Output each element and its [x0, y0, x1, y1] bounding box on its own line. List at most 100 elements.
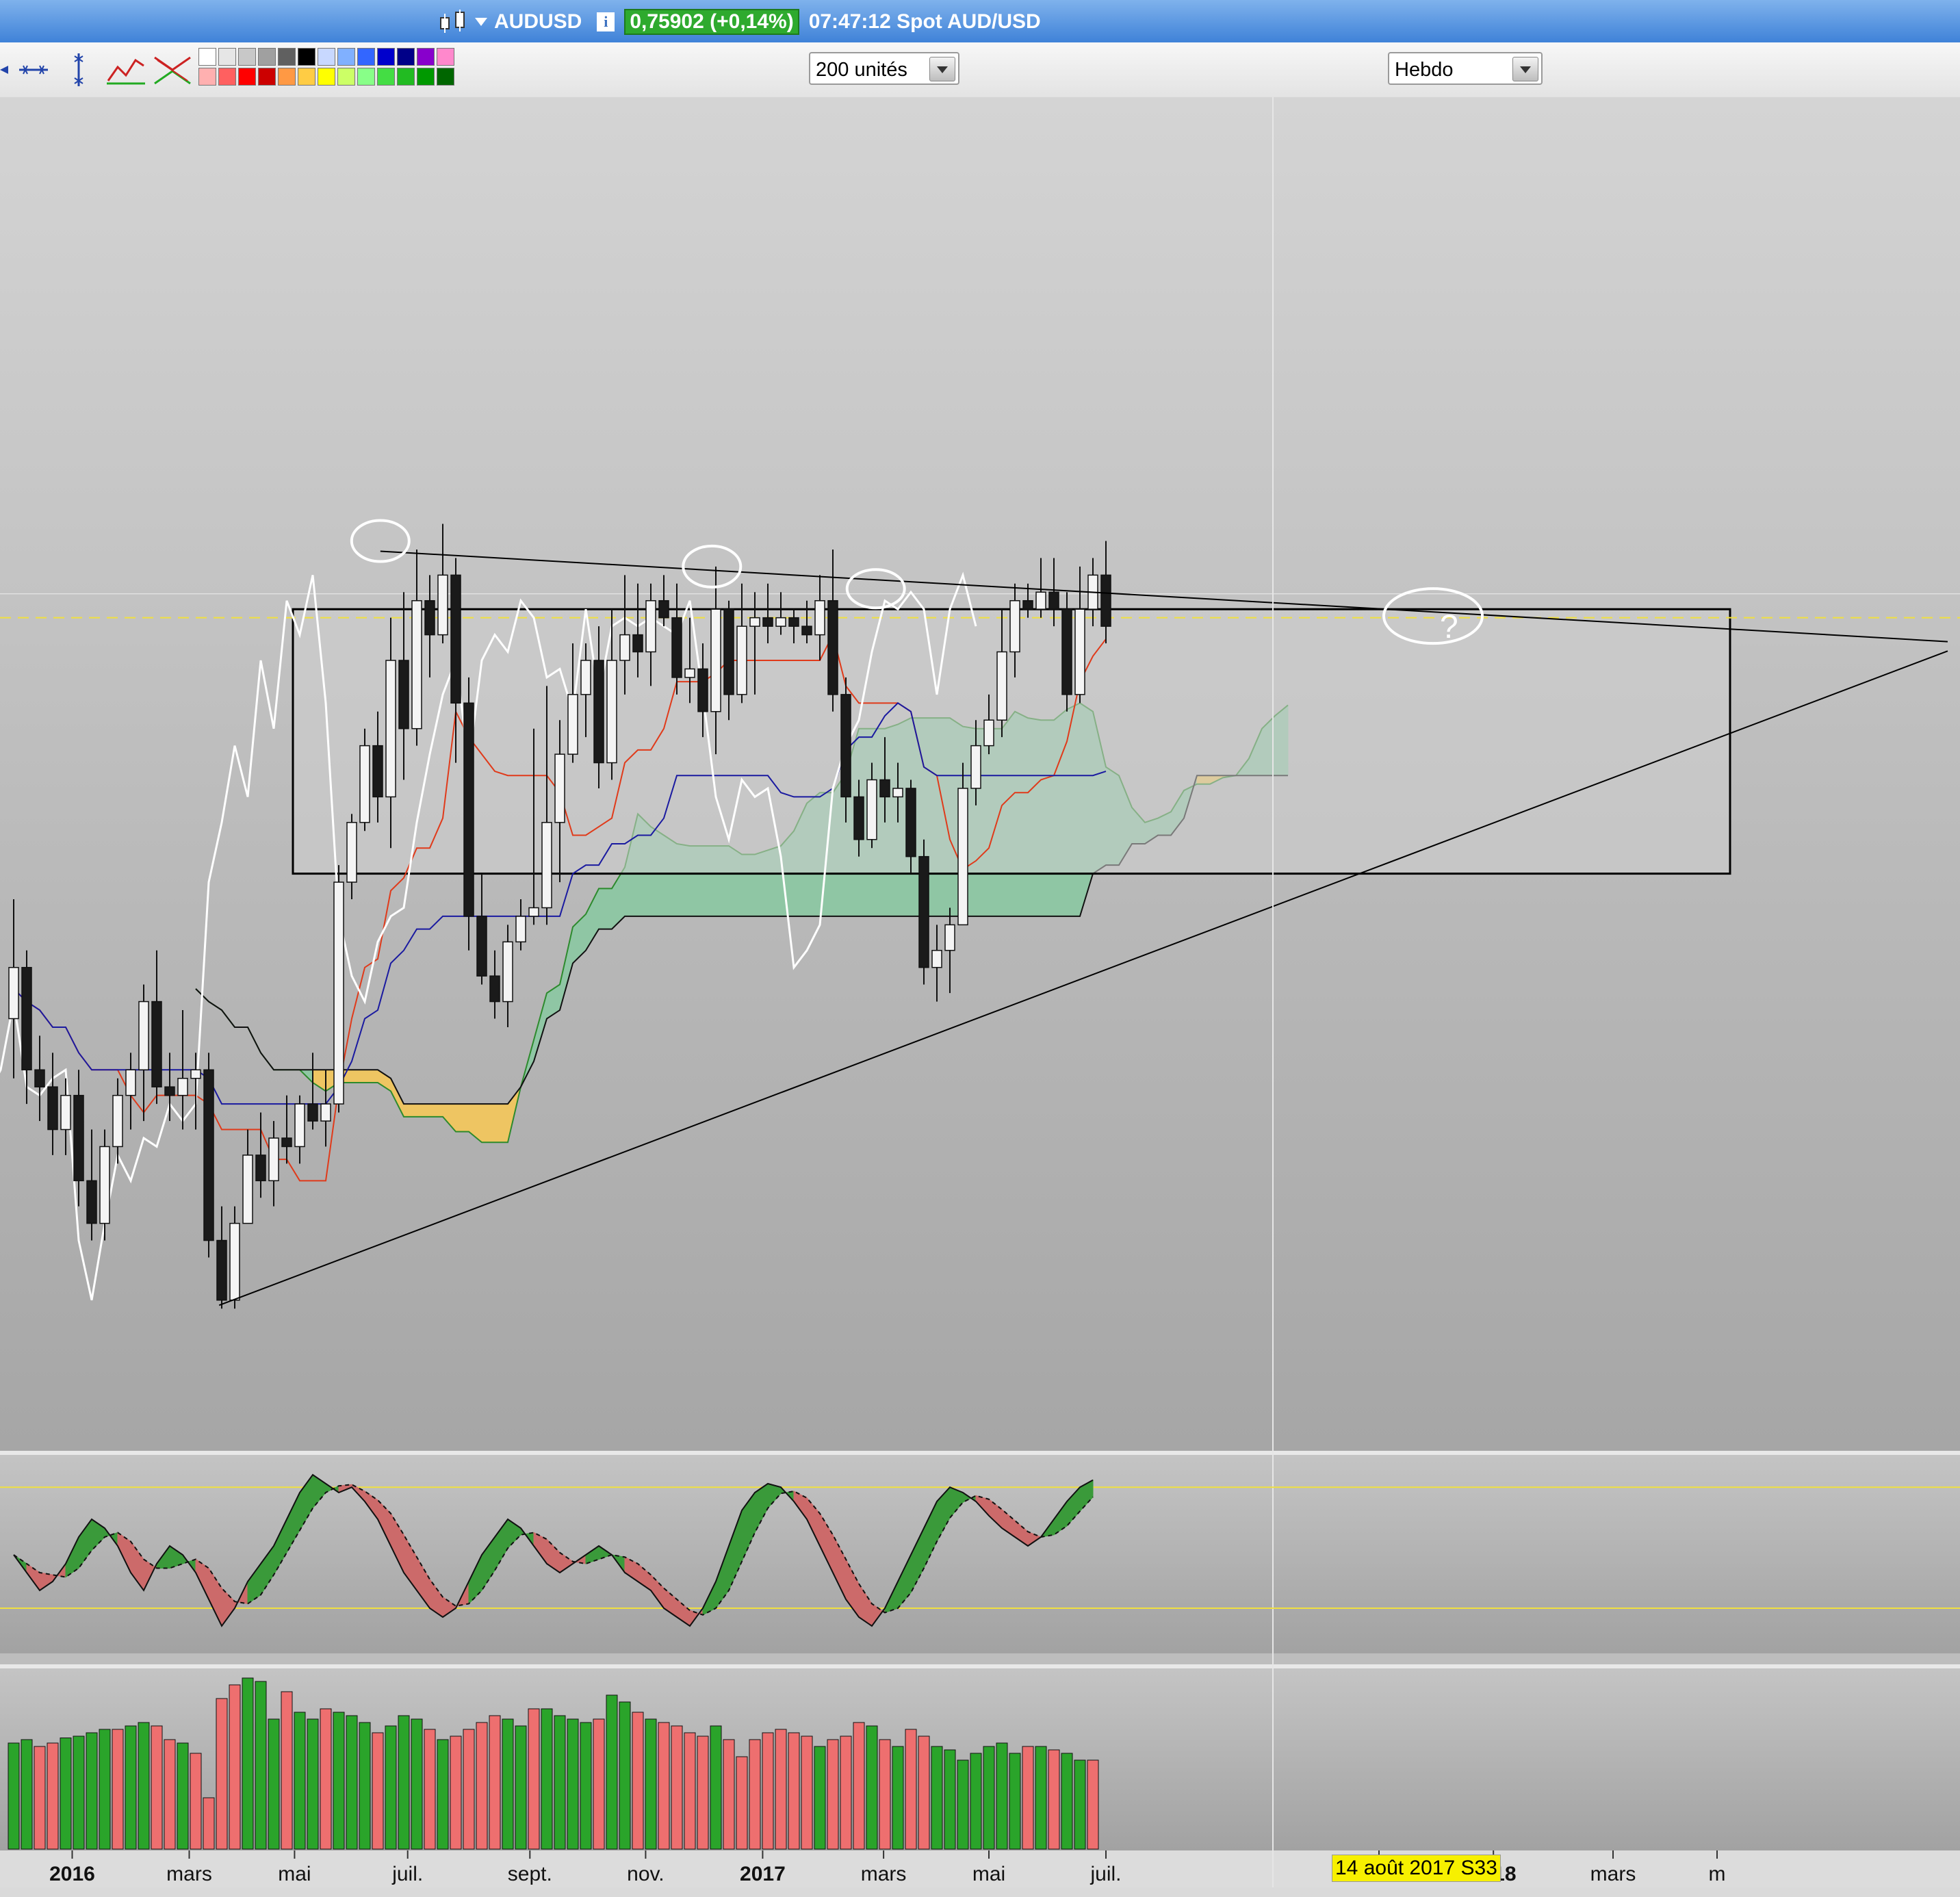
triangle-pattern-icon[interactable]: [152, 51, 193, 89]
color-swatch[interactable]: [198, 48, 216, 66]
candle-body[interactable]: [801, 625, 812, 636]
candle-body[interactable]: [736, 625, 747, 695]
candle-body[interactable]: [359, 745, 370, 823]
candle-body[interactable]: [671, 617, 682, 678]
candle-body[interactable]: [177, 1077, 188, 1096]
crosshair-horizontal-icon[interactable]: [16, 51, 51, 89]
color-swatch[interactable]: [278, 68, 296, 86]
color-swatch[interactable]: [437, 68, 454, 86]
units-select[interactable]: 200 unités: [809, 52, 959, 85]
candle-body[interactable]: [580, 660, 591, 695]
candle-body[interactable]: [892, 788, 903, 798]
candle-body[interactable]: [710, 608, 721, 712]
color-swatch[interactable]: [278, 48, 296, 66]
color-swatch[interactable]: [318, 48, 335, 66]
color-swatch[interactable]: [357, 48, 375, 66]
symbol-label[interactable]: AUDUSD: [494, 10, 582, 34]
dropdown-caret-icon[interactable]: [475, 18, 487, 26]
candle-body[interactable]: [8, 966, 19, 1020]
candle-body[interactable]: [164, 1086, 175, 1096]
candle-body[interactable]: [684, 668, 695, 678]
candle-body[interactable]: [918, 855, 929, 968]
candle-body[interactable]: [697, 668, 708, 712]
candle-body[interactable]: [827, 599, 838, 695]
period-select[interactable]: Hebdo: [1388, 52, 1543, 85]
candle-body[interactable]: [112, 1094, 123, 1148]
chevron-down-icon[interactable]: [1512, 57, 1538, 81]
candle-body[interactable]: [502, 941, 513, 1003]
color-swatch[interactable]: [258, 48, 276, 66]
candle-body[interactable]: [645, 599, 656, 653]
color-swatch[interactable]: [397, 48, 415, 66]
candle-body[interactable]: [775, 617, 786, 627]
candle-body[interactable]: [281, 1137, 292, 1148]
zigzag-line-icon[interactable]: [105, 51, 146, 89]
color-swatch[interactable]: [437, 48, 454, 66]
cursor-icon[interactable]: [0, 51, 10, 89]
candle-body[interactable]: [853, 796, 864, 840]
color-swatch[interactable]: [238, 48, 256, 66]
candle-body[interactable]: [619, 634, 630, 661]
candle-body[interactable]: [476, 916, 487, 977]
candle-body[interactable]: [450, 574, 461, 704]
candle-body[interactable]: [658, 599, 669, 619]
color-swatch[interactable]: [397, 68, 415, 86]
candle-body[interactable]: [437, 574, 448, 636]
candle-body[interactable]: [47, 1086, 58, 1131]
candle-body[interactable]: [515, 916, 526, 943]
color-swatch[interactable]: [218, 68, 236, 86]
color-swatch[interactable]: [258, 68, 276, 86]
candle-body[interactable]: [1061, 608, 1072, 695]
candle-body[interactable]: [411, 599, 422, 730]
candle-body[interactable]: [151, 1001, 162, 1087]
color-swatch[interactable]: [218, 48, 236, 66]
candle-body[interactable]: [385, 660, 396, 798]
candle-body[interactable]: [1048, 591, 1059, 610]
candle-body[interactable]: [333, 881, 344, 1105]
candle-body[interactable]: [762, 617, 773, 627]
candle-body[interactable]: [320, 1103, 331, 1122]
candle-body[interactable]: [489, 975, 500, 1003]
candle-body[interactable]: [294, 1103, 305, 1148]
candle-body[interactable]: [190, 1069, 201, 1079]
candle-body[interactable]: [944, 924, 955, 951]
candle-body[interactable]: [398, 660, 409, 730]
candle-body[interactable]: [86, 1180, 97, 1224]
color-swatch[interactable]: [298, 68, 315, 86]
color-swatch[interactable]: [298, 48, 315, 66]
candle-body[interactable]: [606, 660, 617, 764]
candle-body[interactable]: [983, 719, 994, 747]
candle-body[interactable]: [255, 1154, 266, 1182]
candle-body[interactable]: [541, 822, 552, 909]
candle-body[interactable]: [99, 1146, 110, 1224]
chevron-down-icon[interactable]: [929, 57, 955, 81]
candle-body[interactable]: [996, 651, 1007, 721]
color-swatch[interactable]: [337, 48, 355, 66]
candle-body[interactable]: [1022, 599, 1033, 610]
candle-body[interactable]: [203, 1069, 214, 1241]
candle-body[interactable]: [463, 702, 474, 917]
candle-body[interactable]: [216, 1239, 227, 1301]
candle-body[interactable]: [268, 1137, 279, 1182]
candle-body[interactable]: [879, 779, 890, 798]
color-swatch[interactable]: [318, 68, 335, 86]
candle-body[interactable]: [73, 1094, 84, 1182]
candle-body[interactable]: [593, 660, 604, 764]
candle-body[interactable]: [814, 599, 825, 636]
candle-body[interactable]: [1074, 608, 1085, 695]
color-swatch[interactable]: [377, 48, 395, 66]
color-swatch[interactable]: [238, 68, 256, 86]
candle-body[interactable]: [1035, 591, 1046, 610]
candle-body[interactable]: [931, 950, 942, 968]
color-swatch[interactable]: [337, 68, 355, 86]
candle-body[interactable]: [554, 753, 565, 823]
candle-body[interactable]: [840, 694, 851, 798]
color-swatch[interactable]: [357, 68, 375, 86]
candlestick-icon[interactable]: [438, 8, 469, 36]
candle-body[interactable]: [229, 1222, 240, 1301]
info-icon[interactable]: i: [597, 12, 615, 31]
candle-body[interactable]: [60, 1094, 71, 1131]
candle-body[interactable]: [957, 788, 968, 926]
candle-body[interactable]: [723, 608, 734, 695]
candle-body[interactable]: [372, 745, 383, 798]
